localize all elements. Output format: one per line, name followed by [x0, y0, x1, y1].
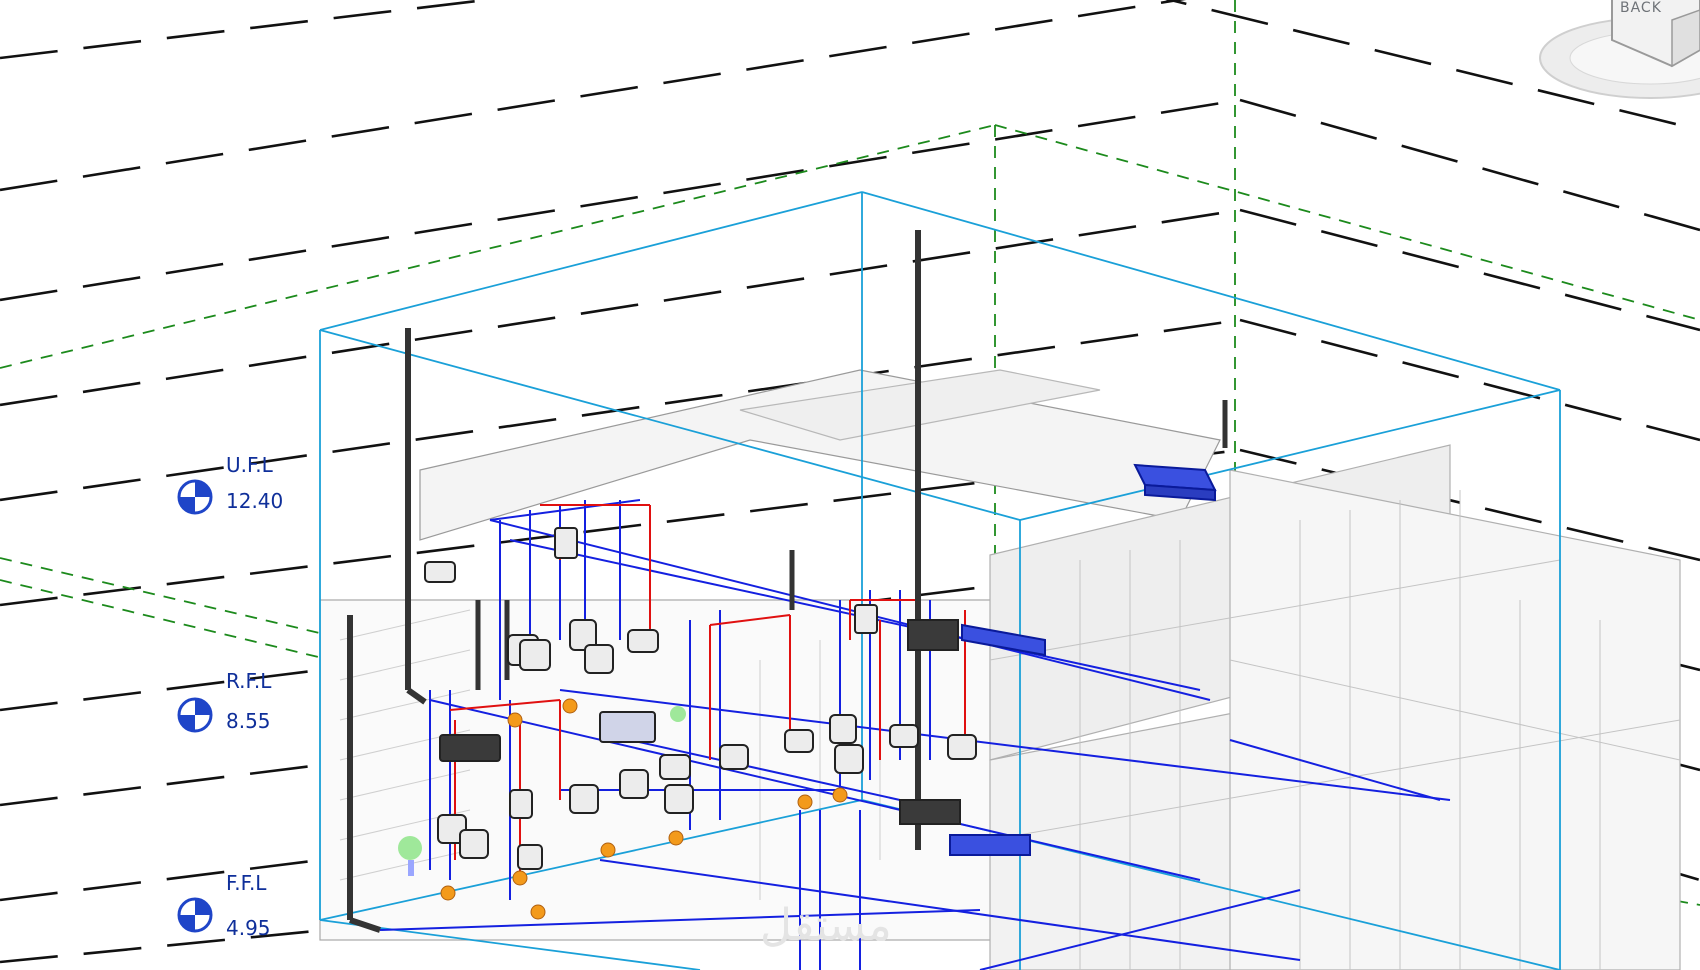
level-marker-ffl[interactable]: F.F.L 4.95 — [177, 871, 271, 940]
level-elevation-rfl: 8.55 — [226, 709, 271, 733]
level-head-icon — [177, 697, 213, 733]
model-canvas[interactable]: U.F.L 12.40 R.F.L 8.55 F.F.L 4.95 BACK م… — [0, 0, 1700, 970]
level-head-icon — [177, 897, 213, 933]
level-marker-rfl[interactable]: R.F.L 8.55 — [177, 669, 272, 733]
viewcube-icon[interactable]: BACK — [1539, 0, 1700, 99]
level-head-icon — [177, 479, 213, 515]
level-marker-ufl[interactable]: U.F.L 12.40 — [177, 453, 283, 515]
level-name-ffl: F.F.L — [226, 871, 267, 895]
viewcube-face-label: BACK — [1620, 0, 1662, 16]
level-name-rfl: R.F.L — [226, 669, 272, 693]
level-elevation-ffl: 4.95 — [226, 916, 271, 940]
watermark: مستقل — [760, 900, 892, 951]
model-viewport[interactable]: U.F.L 12.40 R.F.L 8.55 F.F.L 4.95 BACK م… — [0, 0, 1700, 970]
level-elevation-ufl: 12.40 — [226, 489, 283, 513]
level-name-ufl: U.F.L — [226, 453, 274, 477]
